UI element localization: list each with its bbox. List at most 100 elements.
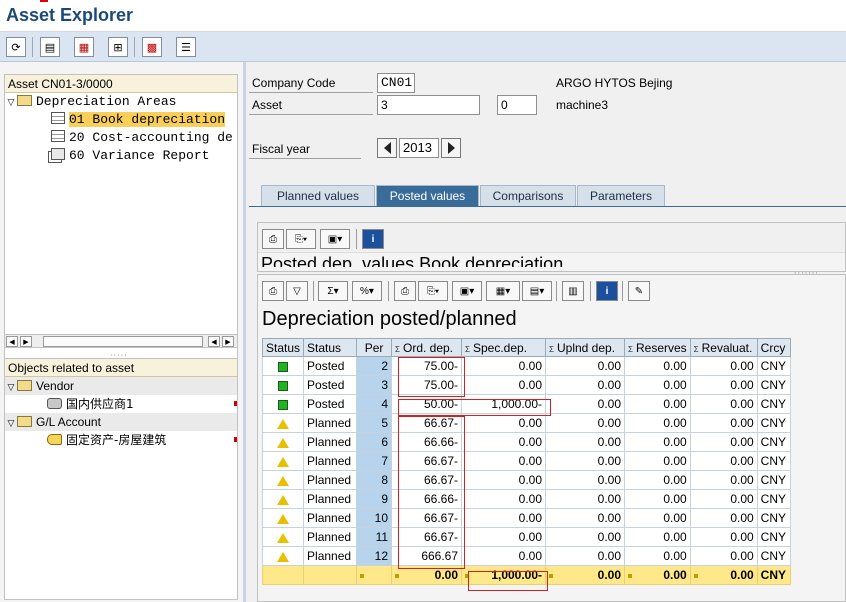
company-code-field[interactable]: CN01 (377, 73, 415, 93)
col-header-revaluat[interactable]: Σ Revaluat. (689, 338, 758, 357)
uplnd-dep-cell[interactable]: 0.00 (545, 489, 626, 509)
scroll-right-icon[interactable]: ▶ (20, 336, 32, 347)
next-year-button[interactable] (441, 138, 461, 158)
subtotal-icon[interactable]: %▾ (352, 281, 382, 301)
section-splitter[interactable]: ······· (794, 269, 819, 278)
scroll-thumb[interactable] (43, 336, 203, 347)
table-row[interactable]: Planned 10 66.67- 0.00 0.00 0.00 0.00 CNY (261, 508, 791, 528)
status-cell[interactable]: Planned (303, 432, 358, 452)
ord-dep-cell[interactable]: 50.00- (391, 394, 463, 414)
revaluat-cell[interactable]: 0.00 (689, 413, 758, 433)
reserves-cell[interactable]: 0.00 (624, 470, 691, 490)
uplnd-dep-cell[interactable]: 0.00 (545, 546, 626, 566)
col-header-spec-dep[interactable]: Σ Spec.dep. (461, 338, 547, 357)
tree-node-gl-account[interactable]: ▽ G/L Account (5, 413, 237, 431)
currency-cell[interactable]: CNY (756, 356, 791, 376)
period-cell[interactable]: 5 (356, 413, 393, 433)
total-reserves[interactable]: 0.00 (624, 565, 691, 585)
status-cell[interactable]: Posted (303, 356, 358, 376)
print-icon[interactable]: ⎙ (262, 229, 284, 249)
local-file-icon[interactable]: ▣▾ (320, 229, 350, 249)
expand-icon[interactable]: ▽ (5, 379, 17, 395)
tab-posted-values[interactable]: Posted values (376, 185, 479, 207)
reserves-cell[interactable]: 0.00 (624, 546, 691, 566)
barcode-icon[interactable]: ▦ (74, 37, 94, 57)
currency-cell[interactable]: CNY (756, 508, 791, 528)
asset-subnumber-field[interactable]: 0 (497, 95, 537, 115)
spreadsheet-icon[interactable]: ▦▾ (486, 281, 520, 301)
status-cell[interactable]: Planned (303, 413, 358, 433)
revaluat-cell[interactable]: 0.00 (689, 546, 758, 566)
note-icon[interactable]: ✎ (628, 281, 650, 301)
status-cell[interactable]: Planned (303, 527, 358, 547)
revaluat-cell[interactable]: 0.00 (689, 489, 758, 509)
tree-node-book-depreciation[interactable]: 01 Book depreciation (5, 111, 237, 129)
scroll-left-icon[interactable]: ◀ (6, 336, 18, 347)
tab-parameters[interactable]: Parameters (577, 185, 665, 207)
spec-dep-cell[interactable]: 0.00 (461, 470, 547, 490)
reserves-cell[interactable]: 0.00 (624, 451, 691, 471)
table-row[interactable]: Planned 12 666.67 0.00 0.00 0.00 0.00 CNY (261, 546, 791, 566)
ord-dep-cell[interactable]: 66.66- (391, 489, 463, 509)
currency-cell[interactable]: CNY (756, 413, 791, 433)
uplnd-dep-cell[interactable]: 0.00 (545, 413, 626, 433)
col-header-status[interactable]: Status (303, 338, 358, 357)
spec-dep-cell[interactable]: 0.00 (461, 546, 547, 566)
period-cell[interactable]: 7 (356, 451, 393, 471)
col-header-period[interactable]: Per (356, 338, 393, 357)
col-header-uplnd-dep[interactable]: Σ Uplnd dep. (545, 338, 626, 357)
scroll-right-icon[interactable]: ▶ (222, 336, 234, 347)
currency-cell[interactable]: CNY (756, 470, 791, 490)
revaluat-cell[interactable]: 0.00 (689, 527, 758, 547)
period-cell[interactable]: 4 (356, 394, 393, 414)
ord-dep-cell[interactable]: 66.67- (391, 413, 463, 433)
table-view-icon[interactable]: ▤ (40, 37, 60, 57)
uplnd-dep-cell[interactable]: 0.00 (545, 394, 626, 414)
table-row[interactable]: Posted 4 50.00- 1,000.00- 0.00 0.00 0.00 CNY (261, 394, 791, 414)
total-revaluat[interactable]: 0.00 (689, 565, 758, 585)
col-header-status-icon[interactable]: Status (261, 338, 305, 357)
period-cell[interactable]: 12 (356, 546, 393, 566)
spec-dep-cell[interactable]: 0.00 (461, 432, 547, 452)
reserves-cell[interactable]: 0.00 (624, 432, 691, 452)
table-row[interactable]: Posted 2 75.00- 0.00 0.00 0.00 0.00 CNY (261, 356, 791, 376)
filter-icon[interactable]: ▽ (286, 281, 308, 301)
status-cell[interactable]: Planned (303, 489, 358, 509)
spec-dep-cell[interactable]: 0.00 (461, 451, 547, 471)
uplnd-dep-cell[interactable]: 0.00 (545, 432, 626, 452)
spec-dep-cell[interactable]: 0.00 (461, 527, 547, 547)
revaluat-cell[interactable]: 0.00 (689, 356, 758, 376)
reserves-cell[interactable]: 0.00 (624, 375, 691, 395)
col-header-ord-dep[interactable]: Σ Ord. dep. (391, 338, 463, 357)
chart-icon[interactable]: ▥ (562, 281, 584, 301)
uplnd-dep-cell[interactable]: 0.00 (545, 527, 626, 547)
total-uplnd-dep[interactable]: 0.00 (545, 565, 626, 585)
reserves-cell[interactable]: 0.00 (624, 413, 691, 433)
table-row[interactable]: Planned 9 66.66- 0.00 0.00 0.00 0.00 CNY (261, 489, 791, 509)
revaluat-cell[interactable]: 0.00 (689, 375, 758, 395)
ord-dep-cell[interactable]: 66.67- (391, 527, 463, 547)
ord-dep-cell[interactable]: 75.00- (391, 375, 463, 395)
spec-dep-cell[interactable]: 0.00 (461, 489, 547, 509)
uplnd-dep-cell[interactable]: 0.00 (545, 451, 626, 471)
refresh-icon[interactable]: ⟳ (6, 37, 26, 57)
revaluat-cell[interactable]: 0.00 (689, 508, 758, 528)
horizontal-scrollbar[interactable]: ◀ ▶ ◀ ▶ (4, 334, 238, 348)
uplnd-dep-cell[interactable]: 0.00 (545, 508, 626, 528)
col-header-currency[interactable]: Crcy (756, 338, 791, 357)
currency-cell[interactable]: CNY (756, 546, 791, 566)
tree-node-cost-accounting[interactable]: 20 Cost-accounting de (5, 129, 237, 147)
reserves-cell[interactable]: 0.00 (624, 508, 691, 528)
reserves-cell[interactable]: 0.00 (624, 489, 691, 509)
period-cell[interactable]: 3 (356, 375, 393, 395)
sum-icon[interactable]: Σ▾ (318, 281, 348, 301)
currency-cell[interactable]: CNY (756, 527, 791, 547)
matrix-icon[interactable]: ▩ (142, 37, 162, 57)
status-cell[interactable]: Posted (303, 375, 358, 395)
currency-cell[interactable]: CNY (756, 451, 791, 471)
ord-dep-cell[interactable]: 66.66- (391, 432, 463, 452)
expand-icon[interactable]: ▽ (5, 94, 17, 111)
print-preview-icon[interactable]: ⎙ (394, 281, 416, 301)
period-cell[interactable]: 2 (356, 356, 393, 376)
details-icon[interactable]: ☰ (176, 37, 196, 57)
